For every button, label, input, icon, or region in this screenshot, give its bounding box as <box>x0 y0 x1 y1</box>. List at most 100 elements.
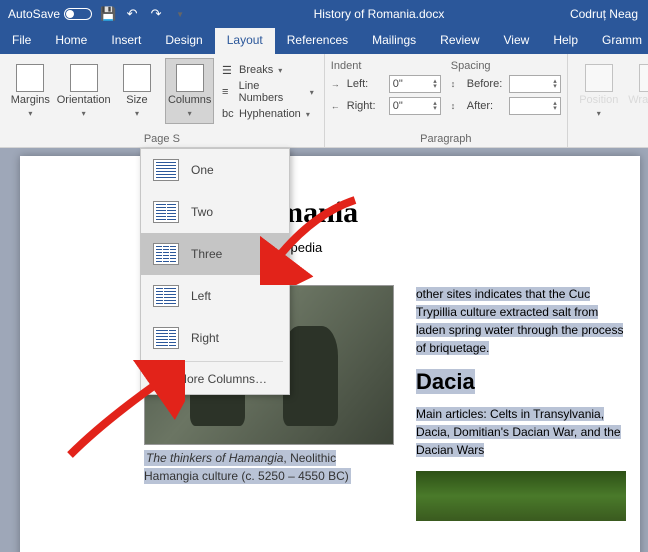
redo-icon[interactable]: ↷ <box>148 6 164 22</box>
breaks-button[interactable]: ☰Breaks ▾ <box>218 60 318 80</box>
indent-right-input[interactable]: 0" ▴▾ <box>389 97 441 115</box>
menu-label: One <box>191 163 214 177</box>
tab-file[interactable]: File <box>0 28 43 54</box>
three-column-icon <box>153 243 179 265</box>
chevron-down-icon: ▾ <box>278 66 282 75</box>
tab-home[interactable]: Home <box>43 28 99 54</box>
qat-dropdown-icon[interactable]: ▼ <box>172 6 188 22</box>
wrap-text-icon <box>639 64 648 92</box>
position-label: Position <box>579 94 618 106</box>
orientation-label: Orientation <box>57 94 111 106</box>
line-numbers-label: Line Numbers <box>239 80 305 104</box>
indent-left-label: Left: <box>347 78 385 90</box>
indent-right-label: Right: <box>347 100 385 112</box>
right-column-icon <box>153 327 179 349</box>
group-paragraph: Indent → Left: 0" ▴▾ ← Right: 0" ▴▾ Spacin… <box>325 54 568 147</box>
indent-left-input[interactable]: 0" ▴▾ <box>389 75 441 93</box>
toggle-off-icon <box>64 8 92 20</box>
two-column-icon <box>153 201 179 223</box>
wrap-text-button: Wrap Text ▾ <box>628 58 648 124</box>
indent-left-row: → Left: 0" ▴▾ <box>331 74 441 94</box>
indent-right-row: ← Right: 0" ▴▾ <box>331 96 441 116</box>
spacing-after-label: After: <box>467 100 505 112</box>
indent-right-value: 0" <box>393 100 403 112</box>
save-icon[interactable]: 💾 <box>100 6 116 22</box>
paragraph-group-label: Paragraph <box>331 131 561 145</box>
size-button[interactable]: Size ▾ <box>113 58 162 124</box>
chevron-down-icon: ▾ <box>135 109 139 118</box>
chevron-down-icon: ▾ <box>306 110 310 119</box>
columns-label: Columns <box>168 94 211 106</box>
tab-grammarly[interactable]: Gramm <box>590 28 648 54</box>
spinner-icon[interactable]: ▴▾ <box>553 79 557 89</box>
position-button: Position ▾ <box>574 58 624 124</box>
body-text-1: other sites indicates that the Cuc Trypi… <box>416 287 623 355</box>
group-arrange: Position ▾ Wrap Text ▾ <box>568 54 648 147</box>
arrange-group-label <box>574 143 648 145</box>
margins-button[interactable]: Margins ▾ <box>6 58 55 124</box>
user-name: Codruț Neag <box>570 7 648 21</box>
menu-label: More Columns… <box>177 372 267 386</box>
columns-button[interactable]: Columns ▾ <box>165 58 214 124</box>
columns-option-right[interactable]: Right <box>141 317 289 359</box>
menu-label: Three <box>191 247 222 261</box>
autosave-label: AutoSave <box>8 7 60 21</box>
undo-icon[interactable]: ↶ <box>124 6 140 22</box>
spacing-before-label: Before: <box>467 78 505 90</box>
tab-view[interactable]: View <box>492 28 542 54</box>
wrap-text-label: Wrap Text <box>628 94 648 106</box>
ribbon: Margins ▾ Orientation ▾ Size ▾ Columns ▾… <box>0 54 648 148</box>
chevron-down-icon: ▾ <box>310 88 314 97</box>
spacing-before-input[interactable]: ▴▾ <box>509 75 561 93</box>
hyphenation-icon: bc <box>222 108 234 120</box>
tab-mailings[interactable]: Mailings <box>360 28 428 54</box>
hyphenation-button[interactable]: bcHyphenation ▾ <box>218 104 318 124</box>
menu-label: Two <box>191 205 213 219</box>
tab-references[interactable]: References <box>275 28 360 54</box>
margins-icon <box>16 64 44 92</box>
annotation-arrow-icon <box>260 195 360 285</box>
indent-left-icon: → <box>331 79 343 89</box>
columns-option-one[interactable]: One <box>141 149 289 191</box>
spacing-header: Spacing <box>451 60 561 72</box>
heading-dacia: Dacia <box>416 369 626 395</box>
chevron-down-icon: ▾ <box>28 109 32 118</box>
page-setup-group-label: Page S <box>6 131 318 145</box>
group-page-setup: Margins ▾ Orientation ▾ Size ▾ Columns ▾… <box>0 54 325 147</box>
tab-insert[interactable]: Insert <box>99 28 153 54</box>
indent-header: Indent <box>331 60 441 72</box>
menu-label: Right <box>191 331 219 345</box>
spacing-after-row: ↕ After: ▴▾ <box>451 96 561 116</box>
position-icon <box>585 64 613 92</box>
indent-left-value: 0" <box>393 78 403 90</box>
chevron-down-icon: ▾ <box>188 109 192 118</box>
one-column-icon <box>153 159 179 181</box>
image-landscape <box>416 471 626 521</box>
title-bar: AutoSave 💾 ↶ ↷ ▼ History of Romania.docx… <box>0 0 648 28</box>
breaks-icon: ☰ <box>222 64 234 76</box>
left-column-icon <box>153 285 179 307</box>
size-icon <box>123 64 151 92</box>
size-label: Size <box>126 94 147 106</box>
columns-icon <box>176 64 204 92</box>
orientation-icon <box>70 64 98 92</box>
tab-help[interactable]: Help <box>541 28 590 54</box>
tab-design[interactable]: Design <box>153 28 214 54</box>
document-title: History of Romania.docx <box>188 7 570 21</box>
spacing-before-row: ↕ Before: ▴▾ <box>451 74 561 94</box>
orientation-button[interactable]: Orientation ▾ <box>59 58 109 124</box>
spacing-after-input[interactable]: ▴▾ <box>509 97 561 115</box>
line-numbers-icon: ≡ <box>222 86 234 98</box>
tab-review[interactable]: Review <box>428 28 491 54</box>
indent-right-icon: ← <box>331 101 343 111</box>
margins-label: Margins <box>11 94 50 106</box>
spinner-icon[interactable]: ▴▾ <box>433 79 437 89</box>
spacing-after-icon: ↕ <box>451 101 463 111</box>
autosave-toggle[interactable]: AutoSave <box>8 7 92 21</box>
tab-layout[interactable]: Layout <box>215 28 275 54</box>
spinner-icon[interactable]: ▴▾ <box>433 101 437 111</box>
spinner-icon[interactable]: ▴▾ <box>553 101 557 111</box>
spacing-before-icon: ↕ <box>451 79 463 89</box>
line-numbers-button[interactable]: ≡ Line Numbers ▾ <box>218 82 318 102</box>
menu-label: Left <box>191 289 211 303</box>
